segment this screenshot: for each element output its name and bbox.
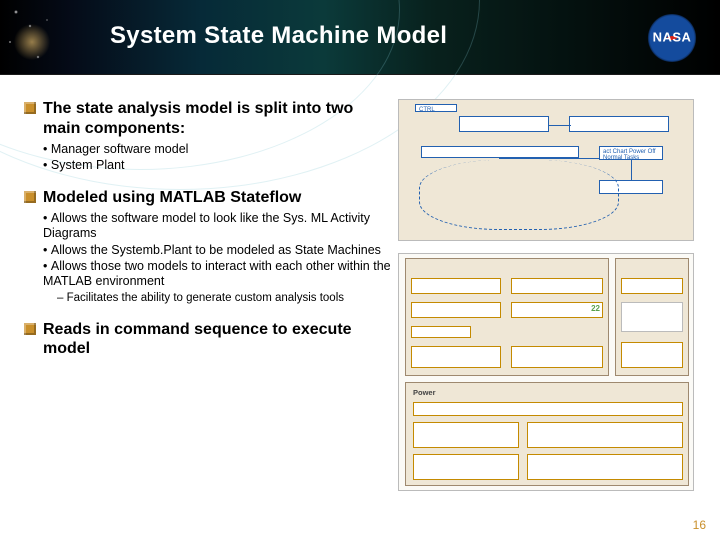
diagram-state (527, 454, 683, 480)
bullet-text: Modeled using MATLAB Stateflow (43, 188, 301, 208)
diagram-state (411, 326, 471, 338)
slide-body: The state analysis model is split into t… (0, 75, 720, 503)
diagram-state (411, 302, 501, 318)
bullet-item: The state analysis model is split into t… (24, 99, 394, 174)
diagram-node (459, 116, 549, 132)
diagram-connector (549, 125, 571, 126)
bullet-marker-icon (24, 191, 36, 203)
bullet-marker-icon (24, 323, 36, 335)
sub-item: Allows the Systemb.Plant to be modeled a… (43, 243, 394, 258)
diagram-state (621, 342, 683, 368)
diagram-badge: 22 (591, 304, 600, 313)
diagram-state (511, 278, 603, 294)
diagram-node: act Chart Power Off Normal Tasks (599, 146, 663, 160)
subsub-text: Facilitates the ability to generate cust… (67, 292, 344, 304)
diagram-node (421, 146, 579, 158)
subsub-list: Facilitates the ability to generate cust… (57, 291, 394, 305)
bullet-item: Modeled using MATLAB Stateflow Allows th… (24, 188, 394, 306)
bullet-text: The state analysis model is split into t… (43, 99, 394, 138)
slide-title: System State Machine Model (110, 22, 447, 50)
diagram-connector (419, 160, 619, 230)
diagram-state: 22 (511, 302, 603, 318)
bullet-list: The state analysis model is split into t… (24, 99, 394, 359)
diagram-connector (499, 158, 599, 159)
diagram-bottom: Power 22 (398, 253, 694, 491)
slide: System State Machine Model The state ana… (0, 0, 720, 540)
sub-list: Manager software model System Plant (43, 142, 394, 174)
diagram-top: CTRL act Chart Power Off Normal Tasks (398, 99, 694, 241)
text-column: The state analysis model is split into t… (24, 99, 394, 503)
diagram-state (411, 346, 501, 368)
sub-item: Allows the software model to look like t… (43, 211, 394, 242)
diagram-label: Power (413, 388, 436, 397)
diagram-state (413, 454, 519, 480)
diagram-state (527, 422, 683, 448)
diagram-state (413, 422, 519, 448)
diagram-connector (631, 160, 632, 180)
sub-item: Manager software model (43, 142, 394, 157)
bullet-item: Reads in command sequence to execute mod… (24, 320, 394, 359)
bullet-marker-icon (24, 102, 36, 114)
diagram-node (569, 116, 669, 132)
diagram-state (511, 346, 603, 368)
page-number: 16 (693, 518, 706, 532)
diagram-node: CTRL (415, 104, 457, 112)
sub-text: Allows the software model to look like t… (43, 211, 370, 240)
sub-text: Allows those two models to interact with… (43, 259, 391, 288)
sub-text: Manager software model (51, 142, 189, 156)
diagram-state (621, 302, 683, 332)
bullet-text: Reads in command sequence to execute mod… (43, 320, 394, 359)
slide-header: System State Machine Model (0, 0, 720, 75)
sub-text: System Plant (51, 158, 125, 172)
sub-item: System Plant (43, 158, 394, 173)
diagram-state (621, 278, 683, 294)
diagram-column: CTRL act Chart Power Off Normal Tasks Po… (394, 99, 696, 503)
sub-item: Allows those two models to interact with… (43, 259, 394, 290)
diagram-state (413, 402, 683, 416)
subsub-item: Facilitates the ability to generate cust… (57, 291, 394, 305)
nasa-logo-icon (644, 14, 700, 62)
diagram-state (411, 278, 501, 294)
sub-list: Allows the software model to look like t… (43, 211, 394, 289)
sub-text: Allows the Systemb.Plant to be modeled a… (51, 243, 381, 257)
